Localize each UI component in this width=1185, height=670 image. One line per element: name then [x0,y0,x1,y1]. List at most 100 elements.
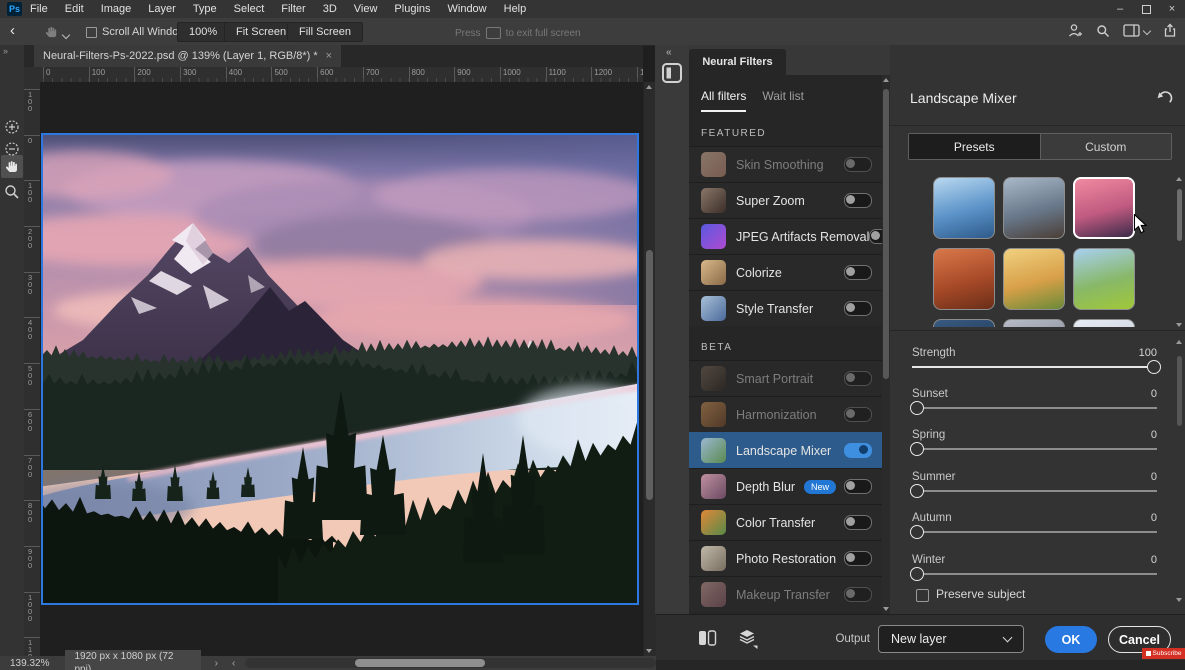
preview-book-icon[interactable] [660,61,684,85]
preset-winter-light[interactable] [1073,319,1135,327]
menu-image[interactable]: Image [101,3,132,15]
filter-row-depth-blur[interactable]: Depth BlurNew [689,468,882,504]
zoom-100-button[interactable]: 100% [177,22,229,42]
preserve-subject-checkbox[interactable] [916,589,929,602]
search-icon[interactable] [1096,24,1110,38]
vertical-scroll-thumb[interactable] [646,250,653,500]
restore-button[interactable] [1133,0,1159,18]
filter-row-photo-restoration[interactable]: Photo Restoration [689,540,882,576]
menu-type[interactable]: Type [193,3,217,15]
menu-select[interactable]: Select [234,3,265,15]
slider-track[interactable] [912,448,1157,450]
slider-strength[interactable]: Strength100 [912,347,1157,383]
slider-knob[interactable] [910,442,924,456]
settings-scroll-thumb[interactable] [1177,356,1182,426]
tab-custom[interactable]: Custom [1040,134,1172,159]
preset-sunset-hills[interactable] [1003,248,1065,310]
filter-row-color-transfer[interactable]: Color Transfer [689,504,882,540]
zoom-tool[interactable] [4,184,20,200]
tab-all-filters[interactable]: All filters [701,89,746,112]
filter-row-jpeg-artifacts-removal[interactable]: JPEG Artifacts Removal [689,218,882,254]
slider-track[interactable] [912,407,1157,409]
menu-window[interactable]: Window [448,3,487,15]
menu-edit[interactable]: Edit [65,3,84,15]
zoom-in-tool[interactable] [4,119,20,135]
document-tab[interactable]: Neural-Filters-Ps-2022.psd @ 139% (Layer… [34,45,341,67]
back-arrow-icon[interactable]: ‹ [10,22,15,39]
filter-toggle-harmonization[interactable] [844,407,872,422]
document-tab-close-icon[interactable]: × [326,50,332,62]
filter-row-colorize[interactable]: Colorize [689,254,882,290]
zoom-out-tool[interactable] [4,141,20,157]
preset-night-landscape[interactable] [933,319,995,327]
filter-toggle-style-transfer[interactable] [844,301,872,316]
neural-filters-panel-tab[interactable]: Neural Filters [689,49,786,75]
account-icon[interactable] [1068,23,1083,38]
scroll-down-icon[interactable] [646,649,652,653]
settings-scrollbar[interactable] [1175,340,1184,602]
scroll-up-icon[interactable] [646,85,652,89]
tab-presets[interactable]: Presets [909,134,1040,159]
menu-3d[interactable]: 3D [323,3,337,15]
slider-track[interactable] [912,366,1157,368]
filter-toggle-super-zoom[interactable] [844,193,872,208]
filters-scroll-up-icon[interactable] [883,78,889,82]
workspace-dropdown-icon[interactable] [1143,26,1151,34]
slider-sunset[interactable]: Sunset0 [912,388,1157,424]
layers-icon[interactable] [738,628,759,649]
filter-row-harmonization[interactable]: Harmonization [689,396,882,432]
presets-scroll-thumb[interactable] [1177,189,1182,241]
filter-row-makeup-transfer[interactable]: Makeup Transfer [689,576,882,612]
filter-row-style-transfer[interactable]: Style Transfer [689,290,882,326]
filter-toggle-depth-blur[interactable] [844,479,872,494]
filter-row-skin-smoothing[interactable]: Skin Smoothing [689,146,882,182]
menu-layer[interactable]: Layer [148,3,176,15]
fill-screen-button[interactable]: Fill Screen [287,22,363,42]
slider-knob[interactable] [910,484,924,498]
filter-toggle-landscape-mixer[interactable] [844,443,872,458]
settings-scroll-down-icon[interactable] [1176,598,1182,602]
filter-toggle-skin-smoothing[interactable] [844,157,872,172]
preset-canyon[interactable] [933,248,995,310]
filter-toggle-jpeg-artifacts-removal[interactable] [869,229,882,244]
slider-track[interactable] [912,573,1157,575]
preset-summer-meadow[interactable] [1073,248,1135,310]
filters-scroll-thumb[interactable] [883,89,889,379]
slider-knob[interactable] [1147,360,1161,374]
filter-row-landscape-mixer[interactable]: Landscape Mixer [689,432,882,468]
slider-knob[interactable] [910,567,924,581]
presets-scrollbar[interactable] [1175,177,1184,327]
reset-icon[interactable] [1156,91,1173,106]
hand-tool-dropdown-icon[interactable] [62,31,70,39]
filter-row-smart-portrait[interactable]: Smart Portrait [689,360,882,396]
presets-scroll-down-icon[interactable] [1176,323,1182,327]
status-forward-icon[interactable]: › [215,658,218,669]
filter-row-super-zoom[interactable]: Super Zoom [689,182,882,218]
preset-sunset-peak[interactable] [1073,177,1135,239]
filter-toggle-photo-restoration[interactable] [844,551,872,566]
minimize-button[interactable]: – [1107,0,1133,18]
filter-toggle-color-transfer[interactable] [844,515,872,530]
panel-collapse-icon[interactable]: « [666,47,671,58]
close-button[interactable]: × [1159,0,1185,18]
filter-toggle-smart-portrait[interactable] [844,371,872,386]
horizontal-scrollbar[interactable] [245,658,656,668]
slider-track[interactable] [912,531,1157,533]
filters-scrollbar[interactable] [882,75,890,614]
workspace-icon[interactable] [1123,24,1140,37]
slider-knob[interactable] [910,401,924,415]
tab-wait-list[interactable]: Wait list [762,89,804,112]
slider-knob[interactable] [910,525,924,539]
scroll-all-windows-checkbox[interactable] [86,27,97,38]
toolbar-expand-icon[interactable]: » [3,46,7,56]
slider-summer[interactable]: Summer0 [912,471,1157,507]
status-zoom-level[interactable]: 139.32% [10,658,49,669]
filter-toggle-makeup-transfer[interactable] [844,587,872,602]
presets-scroll-up-icon[interactable] [1176,177,1182,181]
preset-winter-mountains[interactable] [933,177,995,239]
preset-gray-landscape[interactable] [1003,319,1065,327]
slider-winter[interactable]: Winter0 [912,554,1157,590]
status-back-icon[interactable]: ‹ [232,658,235,669]
menu-file[interactable]: File [30,3,48,15]
menu-help[interactable]: Help [504,3,527,15]
